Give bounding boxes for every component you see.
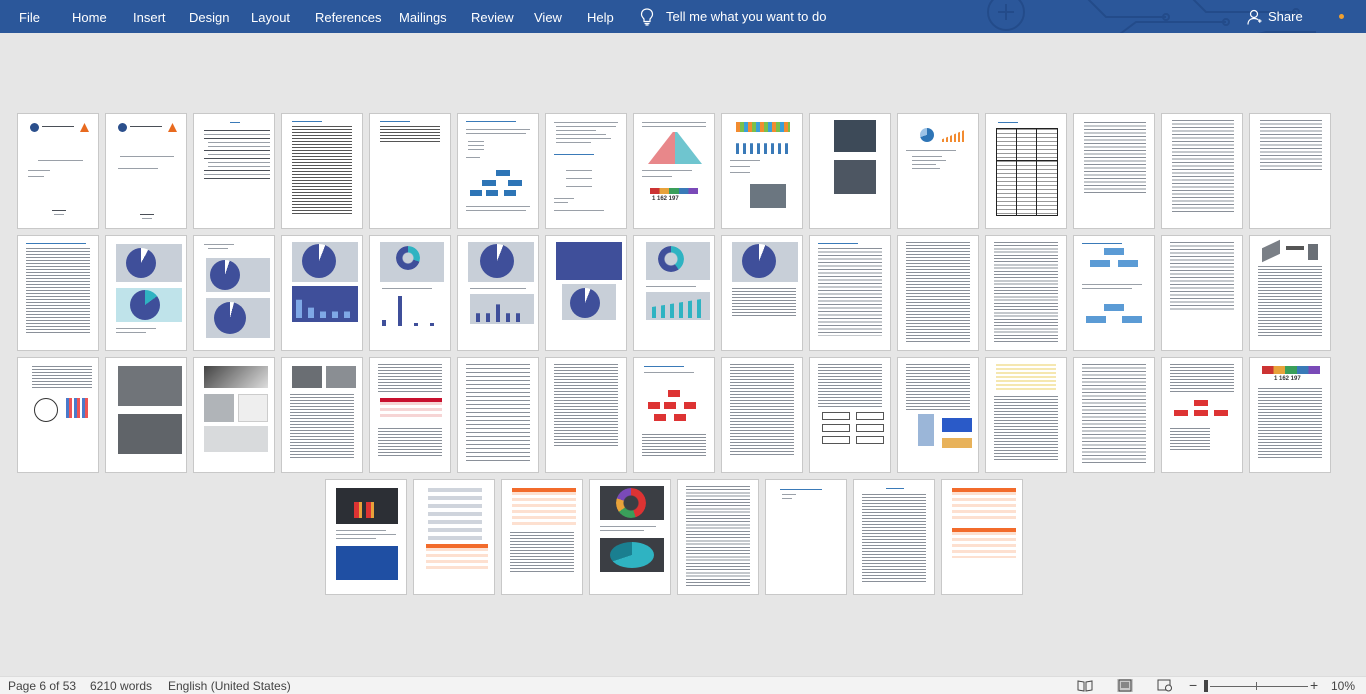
tell-me-text: Tell me what you want to do bbox=[666, 9, 827, 24]
page-thumbnail[interactable] bbox=[853, 479, 935, 595]
page-thumbnail[interactable] bbox=[941, 479, 1023, 595]
page-thumbnail[interactable] bbox=[985, 113, 1067, 229]
page-thumbnail[interactable]: 1 162 197 bbox=[633, 113, 715, 229]
page-thumbnail[interactable] bbox=[809, 113, 891, 229]
page-thumbnail[interactable] bbox=[721, 113, 803, 229]
share-label: Share bbox=[1268, 9, 1303, 24]
page-thumbnail[interactable] bbox=[545, 235, 627, 351]
tab-review[interactable]: Review bbox=[471, 0, 514, 33]
zoom-in-button[interactable]: + bbox=[1310, 677, 1318, 693]
page-thumbnail[interactable] bbox=[193, 235, 275, 351]
page-thumbnail[interactable] bbox=[105, 235, 187, 351]
page-thumbnail[interactable] bbox=[1249, 113, 1331, 229]
page-thumbnail[interactable] bbox=[1161, 357, 1243, 473]
page-thumbnail[interactable] bbox=[369, 357, 451, 473]
zoom-slider-thumb[interactable] bbox=[1204, 680, 1208, 692]
page-thumbnail[interactable] bbox=[1073, 113, 1155, 229]
page-count[interactable]: Page 6 of 53 bbox=[8, 679, 76, 693]
page-thumbnail[interactable] bbox=[1073, 357, 1155, 473]
page-thumbnail[interactable] bbox=[809, 357, 891, 473]
page-thumbnail[interactable] bbox=[897, 235, 979, 351]
page-thumbnail[interactable] bbox=[457, 357, 539, 473]
page-thumbnail[interactable] bbox=[589, 479, 671, 595]
page-thumbnail[interactable] bbox=[721, 357, 803, 473]
language-indicator[interactable]: English (United States) bbox=[168, 679, 291, 693]
page-thumbnail[interactable] bbox=[105, 357, 187, 473]
page-thumbnail[interactable] bbox=[1249, 235, 1331, 351]
zoom-slider[interactable] bbox=[1210, 686, 1308, 687]
page-thumbnail[interactable] bbox=[17, 357, 99, 473]
page-thumbnail[interactable] bbox=[677, 479, 759, 595]
page-thumbnail[interactable] bbox=[369, 235, 451, 351]
ribbon: File Home Insert Design Layout Reference… bbox=[0, 0, 1366, 33]
page-thumbnail[interactable] bbox=[413, 479, 495, 595]
tab-design[interactable]: Design bbox=[189, 0, 229, 33]
tab-layout[interactable]: Layout bbox=[251, 0, 290, 33]
page-thumbnail[interactable] bbox=[17, 235, 99, 351]
page-thumbnail[interactable] bbox=[897, 357, 979, 473]
page-thumbnail[interactable] bbox=[501, 479, 583, 595]
zoom-out-button[interactable]: − bbox=[1189, 677, 1197, 693]
page-thumbnail[interactable] bbox=[809, 235, 891, 351]
page-thumbnail[interactable] bbox=[985, 357, 1067, 473]
tell-me-box[interactable]: Tell me what you want to do bbox=[640, 0, 826, 33]
page-thumbnail[interactable] bbox=[1073, 235, 1155, 351]
page-thumbnail[interactable] bbox=[1161, 113, 1243, 229]
page-thumbnail[interactable] bbox=[457, 235, 539, 351]
tab-insert[interactable]: Insert bbox=[133, 0, 166, 33]
population-figure: 1 162 197 bbox=[1274, 376, 1301, 382]
print-layout-icon[interactable] bbox=[1117, 679, 1133, 692]
page-thumbnail[interactable] bbox=[1161, 235, 1243, 351]
page-thumbnail[interactable] bbox=[369, 113, 451, 229]
zoom-level[interactable]: 10% bbox=[1331, 679, 1355, 693]
page-thumbnail[interactable] bbox=[897, 113, 979, 229]
page-thumbnail[interactable] bbox=[765, 479, 847, 595]
page-thumbnail[interactable] bbox=[633, 235, 715, 351]
tab-mailings[interactable]: Mailings bbox=[399, 0, 447, 33]
tab-references[interactable]: References bbox=[315, 0, 381, 33]
multi-page-view[interactable]: 1 162 197 1 162 197 bbox=[0, 33, 1366, 676]
tab-file[interactable]: File bbox=[19, 0, 40, 33]
page-thumbnail[interactable] bbox=[985, 235, 1067, 351]
web-layout-icon[interactable] bbox=[1157, 679, 1173, 692]
page-thumbnail[interactable] bbox=[457, 113, 539, 229]
tab-help[interactable]: Help bbox=[587, 0, 614, 33]
share-button[interactable]: Share bbox=[1247, 0, 1303, 33]
page-thumbnail[interactable] bbox=[193, 113, 275, 229]
page-thumbnail[interactable] bbox=[545, 113, 627, 229]
page-thumbnail[interactable] bbox=[545, 357, 627, 473]
population-figure: 1 162 197 bbox=[652, 196, 679, 202]
page-thumbnail[interactable] bbox=[633, 357, 715, 473]
notification-dot bbox=[1339, 14, 1344, 19]
lightbulb-icon bbox=[640, 7, 654, 26]
page-thumbnail[interactable] bbox=[325, 479, 407, 595]
page-thumbnail[interactable] bbox=[193, 357, 275, 473]
page-thumbnail[interactable] bbox=[281, 357, 363, 473]
page-thumbnail[interactable]: 1 162 197 bbox=[1249, 357, 1331, 473]
status-bar: Page 6 of 53 6210 words English (United … bbox=[0, 676, 1366, 694]
page-thumbnail[interactable] bbox=[281, 235, 363, 351]
page-thumbnail[interactable] bbox=[281, 113, 363, 229]
tab-view[interactable]: View bbox=[534, 0, 562, 33]
zoom-center-mark bbox=[1256, 682, 1257, 690]
read-mode-icon[interactable] bbox=[1077, 679, 1093, 692]
tab-home[interactable]: Home bbox=[72, 0, 107, 33]
page-thumbnail[interactable] bbox=[17, 113, 99, 229]
person-icon bbox=[1247, 9, 1262, 25]
page-thumbnail[interactable] bbox=[105, 113, 187, 229]
word-count[interactable]: 6210 words bbox=[90, 679, 152, 693]
page-thumbnail[interactable] bbox=[721, 235, 803, 351]
